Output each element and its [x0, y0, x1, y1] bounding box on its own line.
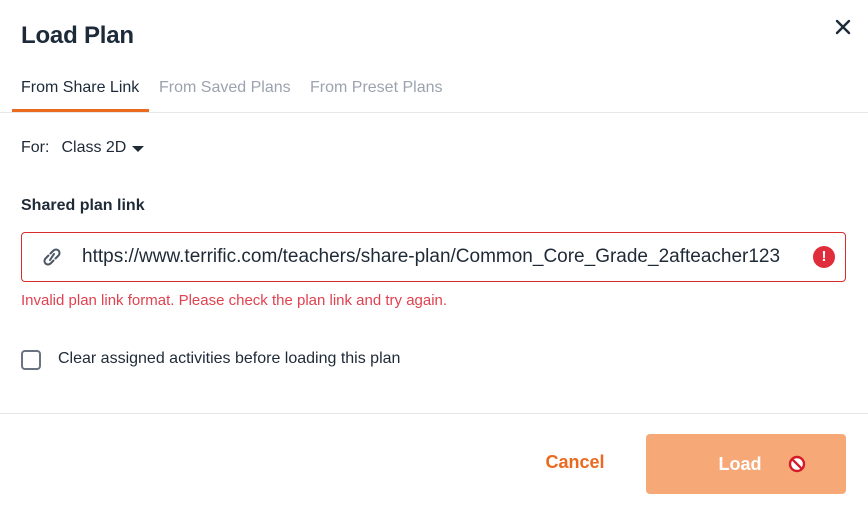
shared-plan-link-value: https://www.terrific.com/teachers/share-… [82, 246, 781, 267]
clear-activities-label: Clear assigned activities before loading… [58, 350, 401, 367]
cancel-button[interactable]: Cancel [530, 440, 620, 484]
for-row: For: Class 2D [21, 139, 145, 157]
tab-from-share-link[interactable]: From Share Link [12, 70, 149, 112]
close-icon [835, 19, 851, 35]
load-button[interactable]: Load [646, 434, 846, 494]
not-allowed-icon [788, 455, 805, 473]
load-button-label: Load [718, 453, 762, 474]
class-dropdown[interactable]: Class 2D [61, 139, 145, 157]
link-error-message: Invalid plan link format. Please check t… [21, 292, 448, 309]
for-label: For: [21, 139, 50, 156]
load-plan-dialog: Load Plan From Share Link From Saved Pla… [0, 0, 868, 505]
close-button[interactable] [830, 14, 856, 40]
shared-plan-link-input[interactable]: https://www.terrific.com/teachers/share-… [21, 232, 846, 282]
shared-plan-link-label: Shared plan link [21, 197, 145, 214]
error-icon: ! [813, 246, 835, 268]
link-icon [43, 248, 61, 266]
tab-from-saved-plans[interactable]: From Saved Plans [159, 70, 291, 112]
clear-activities-checkbox[interactable] [21, 350, 41, 370]
tab-from-preset-plans[interactable]: From Preset Plans [310, 70, 442, 112]
clear-activities-option[interactable]: Clear assigned activities before loading… [21, 348, 400, 370]
caret-down-icon [132, 146, 145, 152]
footer-divider [0, 413, 868, 414]
plan-source-tabs: From Share Link From Saved Plans From Pr… [0, 70, 868, 113]
class-dropdown-value: Class 2D [61, 139, 127, 156]
dialog-title: Load Plan [21, 22, 134, 49]
